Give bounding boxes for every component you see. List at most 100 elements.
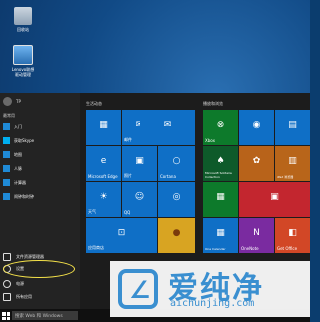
getstarted-icon [3,123,10,130]
watermark-logo-glyph: ∠ [129,276,151,304]
user-account[interactable]: TP [3,97,21,106]
calculator-icon [3,179,10,186]
watermark-url: aichunjing.com [170,298,255,309]
tile-label: One Calendar [205,247,226,251]
app-item-label: 计算器 [14,179,26,185]
start-left-column: TP 最常用 入门 获取Skype 地图 人脉 计算器 闹钟和时钟 文件资源管理… [0,93,80,309]
tile-candy[interactable]: ✿ [239,146,274,181]
all-apps-item[interactable]: 所有应用 [3,293,32,301]
desktop-icon-label: 回收站 [17,27,29,32]
power-icon [3,280,11,288]
group-title-life: 生活动态 [86,101,102,106]
app-item-label: 人脉 [14,165,22,171]
people-icon [3,165,10,172]
tile-label: 邮件 [124,137,132,142]
music-disc-icon: ◉ [252,119,261,130]
tile-ipad-browser[interactable]: ▥ iPad 浏览器 [275,146,310,181]
tile-qq[interactable]: ☺ QQ [122,182,157,217]
list-icon [3,293,11,301]
xbox-icon: ⊗ [216,119,225,130]
tile-one-calendar[interactable]: ▦ One Calendar [203,218,238,253]
office-icon: ◧ [288,227,297,238]
cards-icon: ♠ [216,155,225,166]
app-item-calculator[interactable]: 计算器 [3,179,26,186]
app-item-label: 地图 [14,151,22,157]
tile-get-office[interactable]: ◧ Get Office [275,218,310,253]
desktop-icon-lenovo[interactable]: Lenovo联想 驱动管理 [3,45,43,77]
app-item-getstarted[interactable]: 入门 [3,123,22,130]
tile-red[interactable]: ▣ [239,182,310,217]
film-icon: ▤ [288,119,297,130]
candy-character-icon: ✿ [252,155,261,166]
tile-label: Xbox [205,138,215,143]
search-placeholder: 搜索 Web 和 Windows [15,314,63,319]
browser-icon: ▥ [288,155,297,166]
app-item-skype[interactable]: 获取Skype [3,137,34,144]
tile-label: Cortana [160,174,176,179]
tile-mail[interactable]: ▦ [86,110,121,145]
bottom-item-label: 电源 [16,281,24,286]
app-item-maps[interactable]: 地图 [3,151,22,158]
app-item-label: 获取Skype [14,137,35,143]
tile-mail-wide[interactable]: ✉ [140,110,195,145]
tile-label: 应用商店 [88,245,104,250]
bottom-item-label: 所有应用 [16,294,32,299]
tile-xbox[interactable]: ⊗ Xbox [203,110,238,145]
qq-icon: ☺ [134,191,145,202]
windows-logo-icon[interactable] [2,312,10,320]
tile-label: 天气 [88,209,96,214]
envelope-icon: ✉ [163,119,172,130]
tile-solitaire[interactable]: ♠ Microsoft Solitaire Collection [203,146,238,181]
tile-store[interactable]: ⊡ 应用商店 [86,218,157,253]
tile-label: iPad 浏览器 [277,175,294,179]
tile-green-blocks[interactable]: ▦ [203,182,238,217]
tile-game[interactable]: ● [158,218,195,253]
tile-label: 照片 [124,173,132,178]
calendar-icon: ▦ [216,227,225,238]
tile-weather[interactable]: ☀ 天气 [86,182,121,217]
tile-label: OneNote [241,246,259,251]
tile-photos[interactable]: ▣ 照片 [122,146,157,181]
settings-highlight-ellipse [3,260,75,278]
tile-edge[interactable]: e Microsoft Edge [86,146,121,181]
mail-icon: ▦ [99,119,108,130]
group-title-play: 播放和浏览 [203,101,223,106]
desktop-icon-recycle-bin[interactable]: 回收站 [3,7,43,32]
store-bag-icon: ⊡ [117,227,126,238]
app-icon: ▣ [270,191,279,202]
watermark: ∠ 爱纯净 aichunjing.com [110,261,310,317]
cortana-icon: ○ [172,155,181,166]
tile-label: Microsoft Edge [88,174,118,179]
tile-groove[interactable]: ◉ [239,110,274,145]
search-box[interactable]: 搜索 Web 和 Windows [12,311,78,320]
power-item[interactable]: 电源 [3,280,24,288]
grid-icon: ▦ [216,191,225,202]
watermark-logo: ∠ [118,269,158,309]
penguin-icon: ◎ [172,191,181,202]
onenote-icon: N [253,227,260,238]
tile-label: QQ [124,210,131,215]
lenovo-driver-icon [13,45,33,65]
app-item-people[interactable]: 人脉 [3,165,22,172]
desktop-icon-label: Lenovo联想 驱动管理 [11,67,35,77]
photos-icon: ▣ [135,155,144,166]
app-item-label: 闹钟和时钟 [14,193,34,199]
tile-movies[interactable]: ▤ [275,110,310,145]
tile-penguin[interactable]: ◎ [158,182,195,217]
folder-icon [3,253,11,261]
sun-icon: ☀ [99,191,108,202]
alarm-icon [3,193,10,200]
tile-onenote[interactable]: N OneNote [239,218,274,253]
tile-label: Microsoft Solitaire Collection [205,171,232,179]
recycle-bin-icon [14,7,32,25]
maps-icon [3,151,10,158]
avatar [3,97,12,106]
app-item-alarms[interactable]: 闹钟和时钟 [3,193,34,200]
most-used-heading: 最常用 [3,113,15,118]
game-character-icon: ● [172,227,181,238]
user-name: TP [16,99,21,104]
edge-icon: e [100,155,107,166]
skype-icon [3,137,10,144]
tile-cortana[interactable]: ○ Cortana [158,146,195,181]
app-item-label: 入门 [14,123,22,129]
